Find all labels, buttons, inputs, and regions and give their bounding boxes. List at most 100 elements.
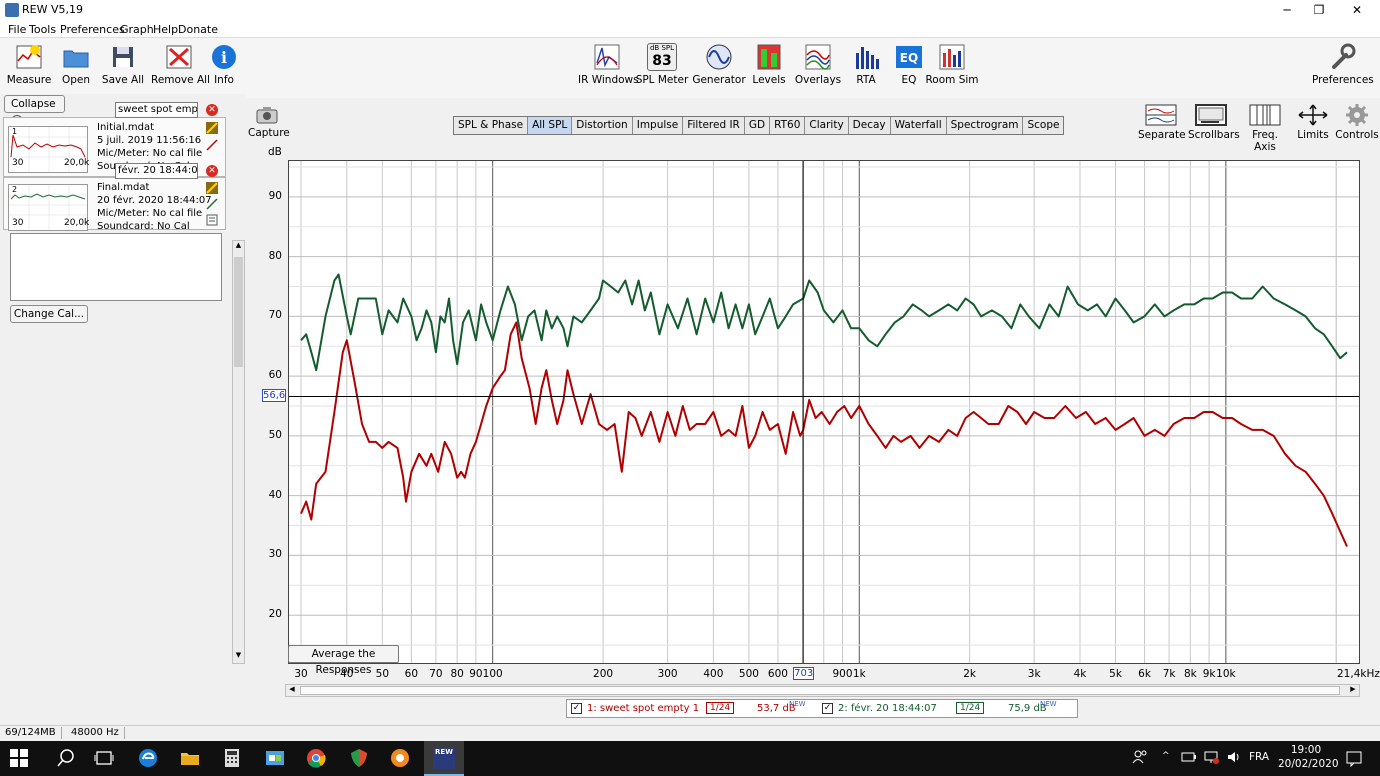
scroll-left-icon[interactable]: ◀ xyxy=(286,685,298,696)
x-tick-label: 200 xyxy=(593,668,614,680)
limits-button[interactable]: Limits xyxy=(1290,104,1336,144)
chrome-icon[interactable] xyxy=(305,747,327,769)
taskbar-date[interactable]: 20/02/2020 xyxy=(1278,758,1339,770)
tray-up-arrow-icon[interactable]: ^ xyxy=(1162,751,1170,761)
volume-icon[interactable] xyxy=(1226,750,1242,764)
average-responses-button[interactable]: Average the Responses xyxy=(288,645,399,676)
control-panel-icon[interactable] xyxy=(264,747,286,769)
tab-scope[interactable]: Scope xyxy=(1023,117,1063,134)
battery-icon[interactable] xyxy=(1181,750,1197,764)
preferences-button[interactable]: Preferences xyxy=(1312,42,1374,90)
menu-help[interactable]: Help xyxy=(153,23,178,36)
wrench-icon xyxy=(1332,43,1356,69)
tab-distortion[interactable]: Distortion xyxy=(572,117,633,134)
menu-file[interactable]: File xyxy=(8,23,26,36)
tab-spl-phase[interactable]: SPL & Phase xyxy=(454,117,529,134)
notes-icon[interactable] xyxy=(206,214,218,226)
thumbnail-start-2: 30 xyxy=(12,218,24,228)
measurement-name-input-2[interactable]: févr. 20 18:44:07 xyxy=(115,163,198,179)
horizontal-scrollbar[interactable]: ◀ ▶ xyxy=(285,684,1360,697)
legend-smoothing-1[interactable]: 1/24 xyxy=(706,702,735,714)
tab-decay[interactable]: Decay xyxy=(849,117,891,134)
y-tick-label: 50 xyxy=(268,428,282,441)
notes-textarea[interactable] xyxy=(10,233,222,301)
rew-taskbar-button[interactable]: REW xyxy=(424,741,464,776)
color-edit-icon[interactable] xyxy=(206,122,218,134)
tab-filtered-ir[interactable]: Filtered IR xyxy=(683,117,745,134)
x-tick-label: 5k xyxy=(1109,668,1122,680)
thumbnail-index-1: 1 xyxy=(12,127,18,136)
y-tick-label: 90 xyxy=(268,189,282,202)
scroll-up-icon[interactable]: ▲ xyxy=(233,241,244,253)
sample-rate-status: 48000 Hz xyxy=(66,727,125,739)
info-button[interactable]: i Info xyxy=(196,42,252,90)
measurement-soundcard-2: Soundcard: No Cal xyxy=(97,221,190,232)
title-bar xyxy=(0,0,1380,20)
line-style-icon[interactable] xyxy=(206,139,218,151)
close-button[interactable]: ✕ xyxy=(1334,0,1380,20)
generator-button[interactable]: Generator xyxy=(691,42,747,90)
remove-measurement-icon[interactable]: ✕ xyxy=(206,104,218,116)
graph-tabs: SPL & Phase All SPL Distortion Impulse F… xyxy=(453,116,1065,135)
freq-axis-button[interactable]: Freq. Axis xyxy=(1240,104,1290,153)
vertical-scrollbar[interactable]: ▲ ▼ xyxy=(232,240,245,664)
notifications-icon[interactable] xyxy=(1345,749,1363,767)
tab-spectrogram[interactable]: Spectrogram xyxy=(947,117,1024,134)
network-icon[interactable] xyxy=(1203,750,1219,764)
scroll-thumb[interactable] xyxy=(234,257,243,367)
line-style-icon[interactable] xyxy=(206,198,218,210)
spl-meter-button[interactable]: dB SPL 83 SPL Meter xyxy=(634,42,690,90)
file-explorer-icon[interactable] xyxy=(179,747,201,769)
separate-button[interactable]: Separate xyxy=(1138,104,1186,144)
app-orange-icon[interactable] xyxy=(389,747,411,769)
menu-preferences[interactable]: Preferences xyxy=(60,23,125,36)
change-cal-button[interactable]: Change Cal... xyxy=(10,305,88,323)
input-language[interactable]: FRA xyxy=(1249,751,1269,763)
windows-start-icon[interactable] xyxy=(10,749,28,767)
y-tick-label: 30 xyxy=(268,548,282,561)
tab-all-spl[interactable]: All SPL xyxy=(528,117,573,134)
y-tick-label: 40 xyxy=(268,488,282,501)
hscroll-thumb[interactable] xyxy=(300,686,1340,695)
limits-icon xyxy=(1298,104,1328,126)
x-tick-label: 600 xyxy=(767,668,788,680)
legend-checkbox-2[interactable]: ✓ xyxy=(822,703,833,714)
remove-measurement-icon[interactable]: ✕ xyxy=(206,165,218,177)
folder-icon xyxy=(63,50,89,68)
x-tick-label: 1k xyxy=(852,668,866,680)
people-icon[interactable] xyxy=(1131,748,1149,766)
measure-icon xyxy=(16,45,42,69)
legend-smoothing-2[interactable]: 1/24 xyxy=(956,702,985,714)
menu-donate[interactable]: Donate xyxy=(178,23,218,36)
menu-graph[interactable]: Graph xyxy=(120,23,154,36)
scrollbars-button[interactable]: Scrollbars xyxy=(1188,104,1240,144)
tab-rt60[interactable]: RT60 xyxy=(770,117,806,134)
tab-clarity[interactable]: Clarity xyxy=(805,117,849,134)
x-tick-label: 4k xyxy=(1073,668,1087,680)
color-edit-icon[interactable] xyxy=(206,182,218,194)
tab-impulse[interactable]: Impulse xyxy=(633,117,684,134)
room-sim-button[interactable]: Room Sim xyxy=(924,42,980,90)
tab-gd[interactable]: GD xyxy=(745,117,771,134)
levels-button[interactable]: Levels xyxy=(741,42,797,90)
task-view-icon[interactable] xyxy=(93,747,115,769)
menu-tools[interactable]: Tools xyxy=(29,23,56,36)
measurement-name-input-1[interactable]: sweet spot empty 1 xyxy=(115,102,198,118)
thumbnail-index-2: 2 xyxy=(12,185,18,194)
ir-windows-button[interactable]: IR Windows xyxy=(578,42,639,90)
search-icon[interactable] xyxy=(55,747,77,769)
spl-graph[interactable] xyxy=(288,160,1360,664)
collapse-button[interactable]: Collapse « xyxy=(4,95,65,127)
thumbnail-end-2: 20,0k xyxy=(64,218,90,228)
app-shield-icon[interactable] xyxy=(348,747,370,769)
capture-button[interactable]: Capture xyxy=(248,106,290,139)
scroll-down-icon[interactable]: ▼ xyxy=(233,651,244,663)
legend-checkbox-1[interactable]: ✓ xyxy=(571,703,582,714)
scroll-right-icon[interactable]: ▶ xyxy=(1347,685,1359,696)
controls-button[interactable]: Controls xyxy=(1334,104,1380,144)
tab-waterfall[interactable]: Waterfall xyxy=(891,117,947,134)
edge-icon[interactable] xyxy=(137,747,159,769)
taskbar-clock[interactable]: 19:00 xyxy=(1280,744,1332,756)
calculator-icon[interactable] xyxy=(221,747,243,769)
save-all-button[interactable]: Save All xyxy=(95,42,151,90)
